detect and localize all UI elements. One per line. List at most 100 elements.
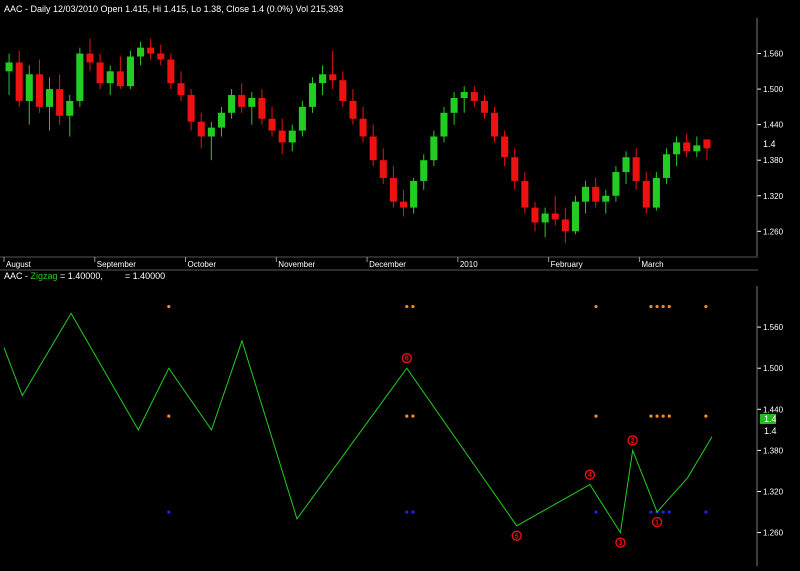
signal-marker [405,510,409,514]
signal-marker [661,304,665,309]
candle-body [308,83,317,107]
candle-body [430,136,438,161]
wave-label-text: 3 [618,540,622,547]
candle-body [15,62,23,101]
candle-body [602,195,610,202]
candle-body [470,92,478,101]
candle-body [369,136,377,161]
candle-body [197,121,205,137]
candle-body [703,139,711,149]
wave-label-text: 5 [515,533,519,540]
zigzag-value-2: = 1.40000 [125,271,165,281]
signal-marker [649,510,653,514]
candle-body [319,74,327,84]
candle-body [137,47,145,57]
candle-body [288,130,296,143]
candle-body [329,74,337,81]
signal-marker [667,510,671,514]
candle-body [56,89,64,116]
x-axis-month-label: September [97,260,136,269]
zigzag-y-tick-label: 1.560 [763,323,784,332]
x-axis-month-label: November [278,260,315,269]
candle-body [389,177,397,202]
zigzag-y-tick-label: 1.260 [763,529,784,538]
signal-marker [405,304,409,309]
candle-body [126,56,134,87]
candle-body [521,180,529,208]
signal-marker [649,304,653,309]
x-axis-month-label: March [641,260,663,269]
signal-marker [411,304,415,309]
candle-body [632,157,640,181]
candle-body [177,83,185,96]
candle-pane-title: AAC - Daily 12/03/2010 Open 1.415, Hi 1.… [4,4,343,14]
zigzag-value: = 1.40000, [58,271,103,281]
signal-marker [649,414,653,418]
candle-body [673,142,681,155]
candle-body [339,80,347,101]
candle-body [592,186,600,202]
candle-body [480,100,488,113]
zigzag-series-name: Zigzag [31,271,58,281]
candle-body [440,112,448,137]
candle-body [642,180,650,208]
candle-body [652,177,660,208]
candle-body [298,106,306,131]
candle-body [45,89,54,107]
zigzag-y-tick-label: 1.380 [763,446,784,455]
candle-body [248,97,256,107]
candle-body [106,71,114,84]
signal-marker [411,510,415,514]
candle-body [5,62,13,72]
signal-marker [704,510,708,514]
x-axis-month-label: 2010 [460,260,478,269]
x-axis-month-label: October [188,260,217,269]
wave-label-text: 1 [655,520,659,527]
candle-body [561,219,569,232]
candle-body [96,62,104,84]
zigzag-y-tick-label: 1.500 [763,364,784,373]
candle-body [217,112,225,128]
candle-body [167,59,175,84]
candle-body [399,201,408,208]
wave-label-text: 2 [631,438,635,445]
candle-body [450,97,458,113]
candle-body [662,154,671,178]
candle-body [207,127,215,137]
signal-marker [594,304,598,309]
zigzag-title-prefix: AAC - [4,271,31,281]
candle-body [612,172,620,196]
candle-body [258,97,266,119]
candle-body [683,142,691,152]
candle-body [359,118,367,137]
x-axis-month-label: December [369,260,406,269]
candle-body [571,201,579,232]
signal-marker [167,304,171,309]
candle-body [76,53,84,101]
candle-body [551,213,559,220]
candle-y-tick-label: 1.440 [763,121,784,130]
candle-body [622,157,630,173]
signal-marker [661,414,665,418]
zigzag-y-tick-label: 1.440 [763,405,784,414]
candle-y-tick-label: 1.380 [763,156,784,165]
stock-chart: AAC - Daily 12/03/2010 Open 1.415, Hi 1.… [0,0,800,571]
price-badge-text: 1.4 [764,414,777,424]
candle-body [147,47,155,54]
signal-marker [667,414,671,418]
signal-marker [661,510,665,514]
candle-body [278,130,286,143]
candle-body [379,160,387,178]
wave-label-text: 6 [405,356,409,363]
candle-body [693,145,701,152]
candle-body [491,112,499,137]
signal-marker [704,414,708,418]
signal-marker [167,510,171,514]
candle-body [531,207,539,223]
candle-y-tick-label: 1.260 [763,227,784,236]
zigzag-y-tick-label: 1.320 [763,488,784,497]
zigzag-pane-title: AAC - Zigzag = 1.40000, = 1.40000 [4,271,165,281]
candle-body [116,71,124,87]
zigzag-last-price: 1.4 [764,426,777,436]
candle-body [541,213,549,223]
